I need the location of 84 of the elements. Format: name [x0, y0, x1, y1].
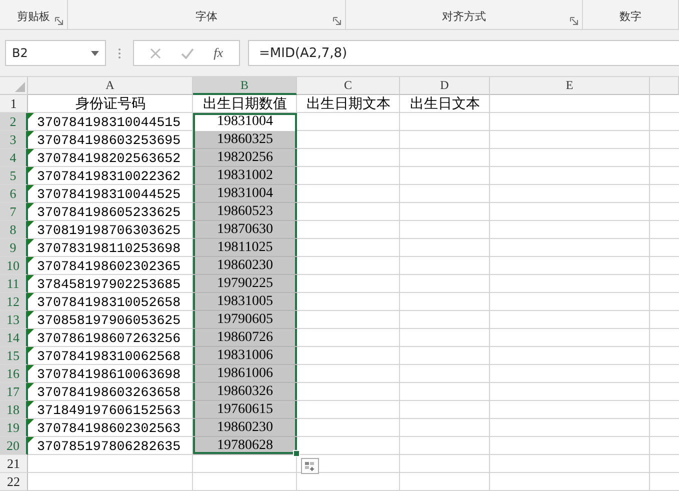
- table-cell: 19860726: [193, 329, 297, 347]
- table-cell: 19860230: [193, 419, 297, 437]
- row-header[interactable]: 19: [0, 419, 28, 437]
- table-cell: 19831002: [193, 167, 297, 185]
- table-cell: 19831006: [193, 347, 297, 365]
- row-header[interactable]: 16: [0, 365, 28, 383]
- table-cell: 19790605: [193, 311, 297, 329]
- row-header[interactable]: 18: [0, 401, 28, 419]
- table-cell: 370785197806282635: [37, 438, 181, 454]
- fill-handle[interactable]: [293, 450, 300, 457]
- row-header[interactable]: 12: [0, 293, 28, 311]
- formula-input-field[interactable]: =MID(A2,7,8): [248, 40, 679, 66]
- table-cell: 出生日期文本: [306, 95, 390, 113]
- checkmark-icon[interactable]: [180, 48, 194, 58]
- dialog-launcher-icon[interactable]: [570, 17, 578, 25]
- table-cell: 19820256: [193, 149, 297, 167]
- column-header[interactable]: C: [297, 77, 400, 95]
- row-header[interactable]: 20: [0, 437, 28, 455]
- row-header[interactable]: 9: [0, 239, 28, 257]
- row-header[interactable]: 14: [0, 329, 28, 347]
- row-header[interactable]: 7: [0, 203, 28, 221]
- table-cell-text: 身份证号码: [76, 96, 146, 113]
- table-cell: 370784198310044515: [37, 114, 181, 130]
- row-header[interactable]: 4: [0, 149, 28, 167]
- table-cell: 370784198310062568: [37, 348, 181, 364]
- dialog-launcher-icon[interactable]: [54, 17, 63, 25]
- table-cell: 371849197606152563: [37, 402, 181, 418]
- table-cell: 19860325: [193, 131, 297, 149]
- table-cell: 19831005: [193, 293, 297, 311]
- caret-icon: [91, 50, 99, 56]
- row-header[interactable]: 17: [0, 383, 28, 401]
- triangle-icon: [15, 82, 25, 92]
- table-cell: 370819198706303625: [37, 222, 181, 238]
- table-cell: 19831004: [193, 113, 297, 131]
- column-header[interactable]: D: [400, 77, 490, 95]
- table-cell: 370784198202563652: [37, 150, 181, 166]
- ribbon-group-label: 字体: [196, 9, 218, 24]
- table-cell: 19760615: [193, 401, 297, 419]
- table-cell: 19870630: [193, 221, 297, 239]
- ribbon-group-label: 数字: [620, 9, 642, 24]
- table-cell: 19860326: [193, 383, 297, 401]
- row-header[interactable]: 3: [0, 131, 28, 149]
- dialog-launcher-icon[interactable]: [333, 17, 342, 25]
- table-cell: 370784198603263658: [37, 384, 181, 400]
- row-header[interactable]: 2: [0, 113, 28, 131]
- table-cell: 19861006: [193, 365, 297, 383]
- row-header[interactable]: 13: [0, 311, 28, 329]
- table-cell: 370786198607263256: [37, 330, 181, 346]
- row-header[interactable]: 1: [0, 95, 28, 113]
- table-cell: 370784198603253695: [37, 132, 181, 148]
- table-cell: 370784198310044525: [37, 186, 181, 202]
- table-cell: 370784198310022362: [37, 168, 181, 184]
- quick-analysis-icon[interactable]: [301, 458, 319, 474]
- table-cell: 19860523: [193, 203, 297, 221]
- insert-function-button[interactable]: fx: [214, 45, 224, 61]
- ribbon-group-label: 对齐方式: [442, 9, 486, 24]
- table-cell: 370858197906053625: [37, 312, 181, 328]
- table-cell: 370784198605233625: [37, 204, 181, 220]
- table-cell: 19860230: [193, 257, 297, 275]
- table-cell: 19831004: [193, 185, 297, 203]
- table-cell: 370783198110253698: [37, 240, 181, 256]
- row-header[interactable]: 21: [0, 455, 28, 473]
- table-cell: 370784198610063698: [37, 366, 181, 382]
- column-header[interactable]: A: [28, 77, 193, 95]
- row-header[interactable]: 10: [0, 257, 28, 275]
- table-cell: 19790225: [193, 275, 297, 293]
- row-header[interactable]: 6: [0, 185, 28, 203]
- ribbon-group-label: 剪贴板: [16, 9, 50, 24]
- row-header[interactable]: 11: [0, 275, 28, 293]
- table-cell: 378458197902253685: [37, 276, 181, 292]
- row-header[interactable]: 15: [0, 347, 28, 365]
- table-cell: 370784198310052658: [37, 294, 181, 310]
- table-cell: 19811025: [193, 239, 297, 257]
- table-cell: 出生日文本: [410, 95, 480, 113]
- drag-handle-icon[interactable]: [118, 48, 121, 58]
- column-header[interactable]: B: [193, 77, 297, 95]
- table-cell: 370784198602302563: [37, 420, 181, 436]
- table-cell-text: 出生日期数值: [203, 96, 287, 113]
- name-box[interactable]: B2: [5, 40, 106, 66]
- row-header[interactable]: 8: [0, 221, 28, 239]
- row-header[interactable]: 5: [0, 167, 28, 185]
- row-header[interactable]: 22: [0, 473, 28, 491]
- column-header[interactable]: E: [490, 77, 650, 95]
- table-cell: 370784198602302365: [37, 258, 181, 274]
